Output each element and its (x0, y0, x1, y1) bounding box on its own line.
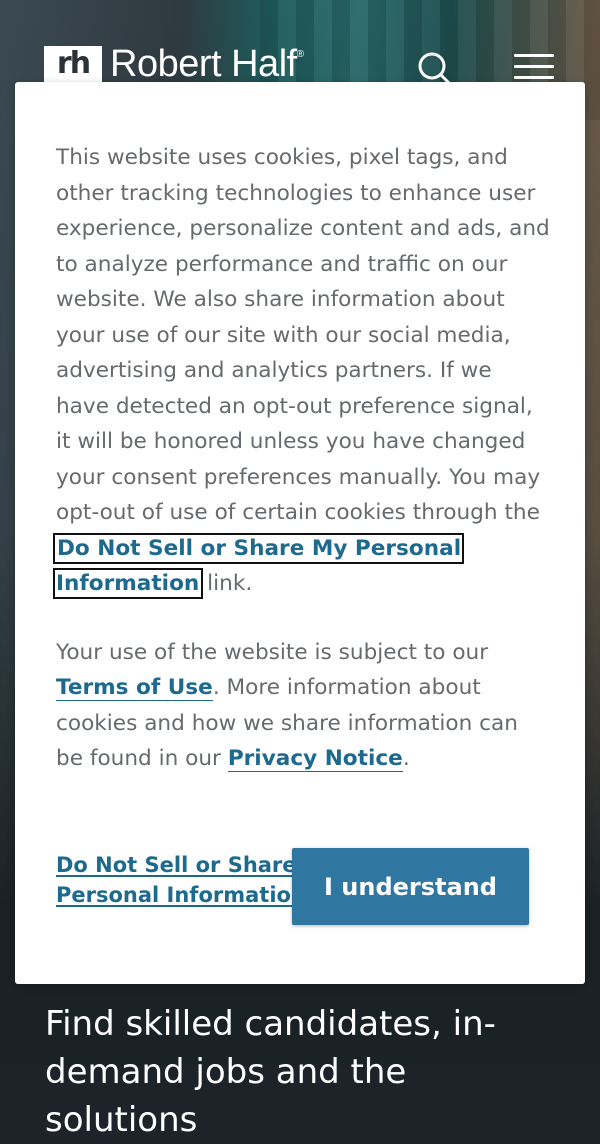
search-icon[interactable] (416, 50, 452, 86)
privacy-notice-link[interactable]: Privacy Notice (227, 746, 403, 772)
cookie-consent-dialog: This website uses cookies, pixel tags, a… (15, 82, 585, 984)
logo-name: Robert Half (110, 42, 297, 85)
i-understand-button[interactable]: I understand (292, 848, 529, 925)
cookie-consent-body: This website uses cookies, pixel tags, a… (52, 140, 551, 810)
do-not-sell-footer-link[interactable]: Do Not Sell or Share My Personal Informa… (56, 850, 306, 910)
robert-half-logo[interactable]: rh Robert Half® (44, 43, 304, 86)
site-header: rh Robert Half® (0, 0, 600, 90)
terms-prefix: Your use of the website is subject to ou… (56, 639, 489, 665)
logo-mark: rh (44, 46, 102, 82)
do-not-sell-footer-label: Do Not Sell or Share My Personal Informa… (56, 853, 306, 907)
logo-text: Robert Half® (110, 43, 304, 86)
hero-headline: Find skilled candidates, in-demand jobs … (45, 1004, 496, 1140)
logo-registered-mark: ® (296, 48, 304, 60)
cookie-notice-paragraph: This website uses cookies, pixel tags, a… (52, 140, 551, 602)
hamburger-menu-icon[interactable] (514, 54, 554, 84)
do-not-sell-inline-link[interactable]: Do Not Sell or Share My Personal Informa… (52, 532, 465, 599)
terms-paragraph: Your use of the website is subject to ou… (56, 635, 551, 777)
cookie-notice-text: This website uses cookies, pixel tags, a… (56, 145, 550, 525)
terms-of-use-link[interactable]: Terms of Use (56, 675, 213, 701)
terms-suffix: . (402, 746, 410, 771)
cookie-notice-suffix: link. (200, 571, 253, 596)
